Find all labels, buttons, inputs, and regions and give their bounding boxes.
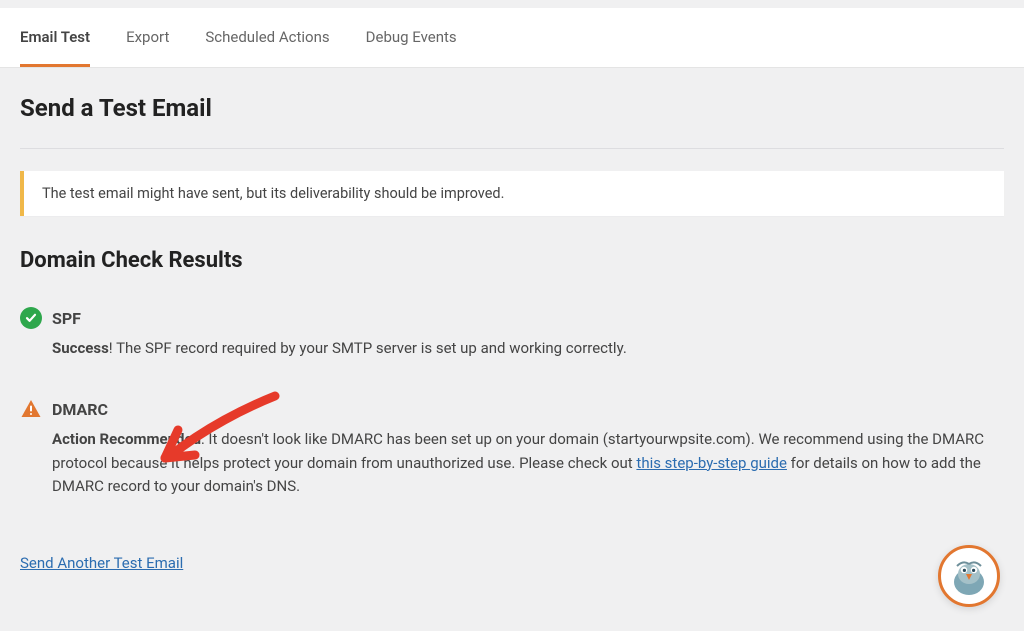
tab-debug-events[interactable]: Debug Events [366,8,457,66]
result-dmarc: DMARC Action Recommended: It doesn't loo… [20,398,1004,498]
tab-email-test[interactable]: Email Test [20,8,90,67]
content-area: Send a Test Email The test email might h… [0,68,1024,592]
result-spf: SPF Success! The SPF record required by … [20,307,1004,360]
result-spf-body: Success! The SPF record required by your… [52,337,1004,360]
deliverability-notice: The test email might have sent, but its … [20,171,1004,216]
result-spf-message: ! The SPF record required by your SMTP s… [109,339,627,357]
chat-avatar-button[interactable] [938,545,1000,607]
result-dmarc-header: DMARC [20,398,1004,420]
result-dmarc-title: DMARC [52,400,108,419]
result-spf-title: SPF [52,309,81,328]
dmarc-guide-link[interactable]: this step-by-step guide [636,454,787,472]
tab-export[interactable]: Export [126,8,169,66]
page-title: Send a Test Email [20,94,1004,122]
warning-triangle-icon [20,398,42,420]
tab-bar: Email Test Export Scheduled Actions Debu… [0,8,1024,68]
send-another-link[interactable]: Send Another Test Email [20,554,183,572]
pigeon-icon [945,552,993,600]
result-spf-status: Success [52,339,109,357]
check-circle-icon [20,307,42,329]
result-dmarc-body: Action Recommended: It doesn't look like… [52,428,1004,498]
result-dmarc-status: Action Recommended [52,430,201,448]
tab-scheduled-actions[interactable]: Scheduled Actions [205,8,329,66]
divider [20,148,1004,149]
top-spacer [0,0,1024,8]
result-spf-header: SPF [20,307,1004,329]
section-title-domain-check: Domain Check Results [20,248,1004,273]
